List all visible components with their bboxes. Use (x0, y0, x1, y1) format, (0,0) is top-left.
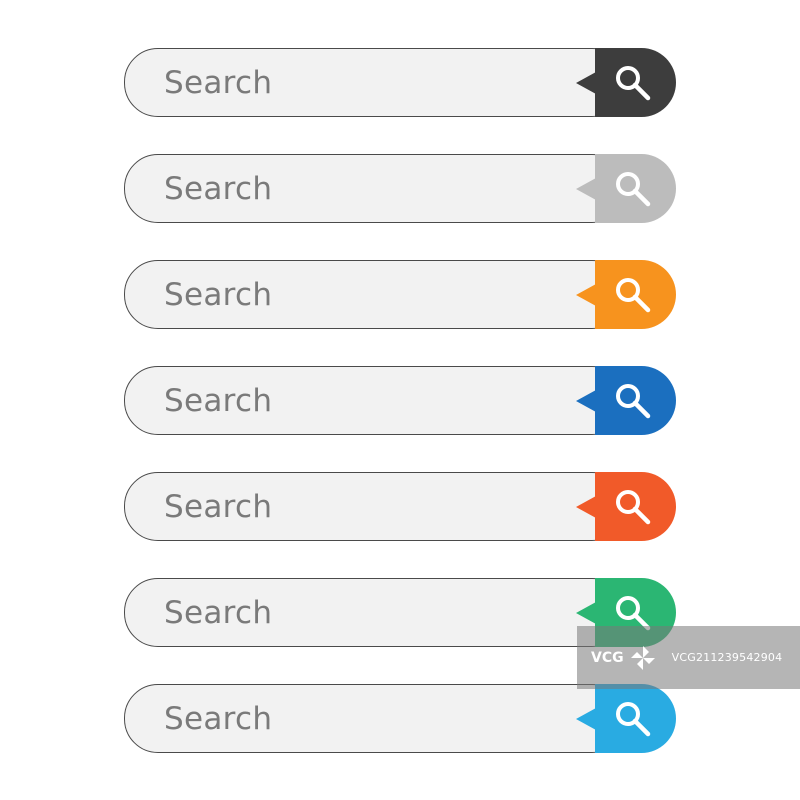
search-placeholder: Search (164, 488, 273, 525)
search-button[interactable] (576, 472, 676, 541)
search-icon (616, 384, 651, 419)
watermark-logo-text: VCG (591, 649, 624, 666)
search-placeholder: Search (164, 64, 273, 101)
pinwheel-icon (630, 645, 655, 670)
search-input[interactable]: Search (124, 260, 626, 329)
search-button[interactable] (576, 48, 676, 117)
search-bar-gray: Search (124, 154, 676, 223)
search-icon (616, 172, 651, 207)
watermark-logo: VCG (591, 643, 658, 673)
search-button[interactable] (576, 260, 676, 329)
search-input[interactable]: Search (124, 472, 626, 541)
search-icon (616, 702, 651, 737)
search-input[interactable]: Search (124, 154, 626, 223)
search-bar-red-orange: Search (124, 472, 676, 541)
search-button[interactable] (576, 684, 676, 753)
search-placeholder: Search (164, 382, 273, 419)
watermark: VCG VCG211239542904 (577, 626, 800, 689)
search-bar-blue: Search (124, 366, 676, 435)
search-bar-light-blue: Search (124, 684, 676, 753)
search-input[interactable]: Search (124, 578, 626, 647)
search-icon (616, 66, 651, 101)
search-input[interactable]: Search (124, 48, 626, 117)
search-button[interactable] (576, 366, 676, 435)
search-bar-dark: Search (124, 48, 676, 117)
search-icon (616, 278, 651, 313)
search-input[interactable]: Search (124, 684, 626, 753)
search-icon (616, 490, 651, 525)
search-bar-orange: Search (124, 260, 676, 329)
search-placeholder: Search (164, 594, 273, 631)
search-placeholder: Search (164, 700, 273, 737)
search-placeholder: Search (164, 276, 273, 313)
watermark-id: VCG211239542904 (671, 651, 783, 664)
search-button[interactable] (576, 154, 676, 223)
search-input[interactable]: Search (124, 366, 626, 435)
search-placeholder: Search (164, 170, 273, 207)
